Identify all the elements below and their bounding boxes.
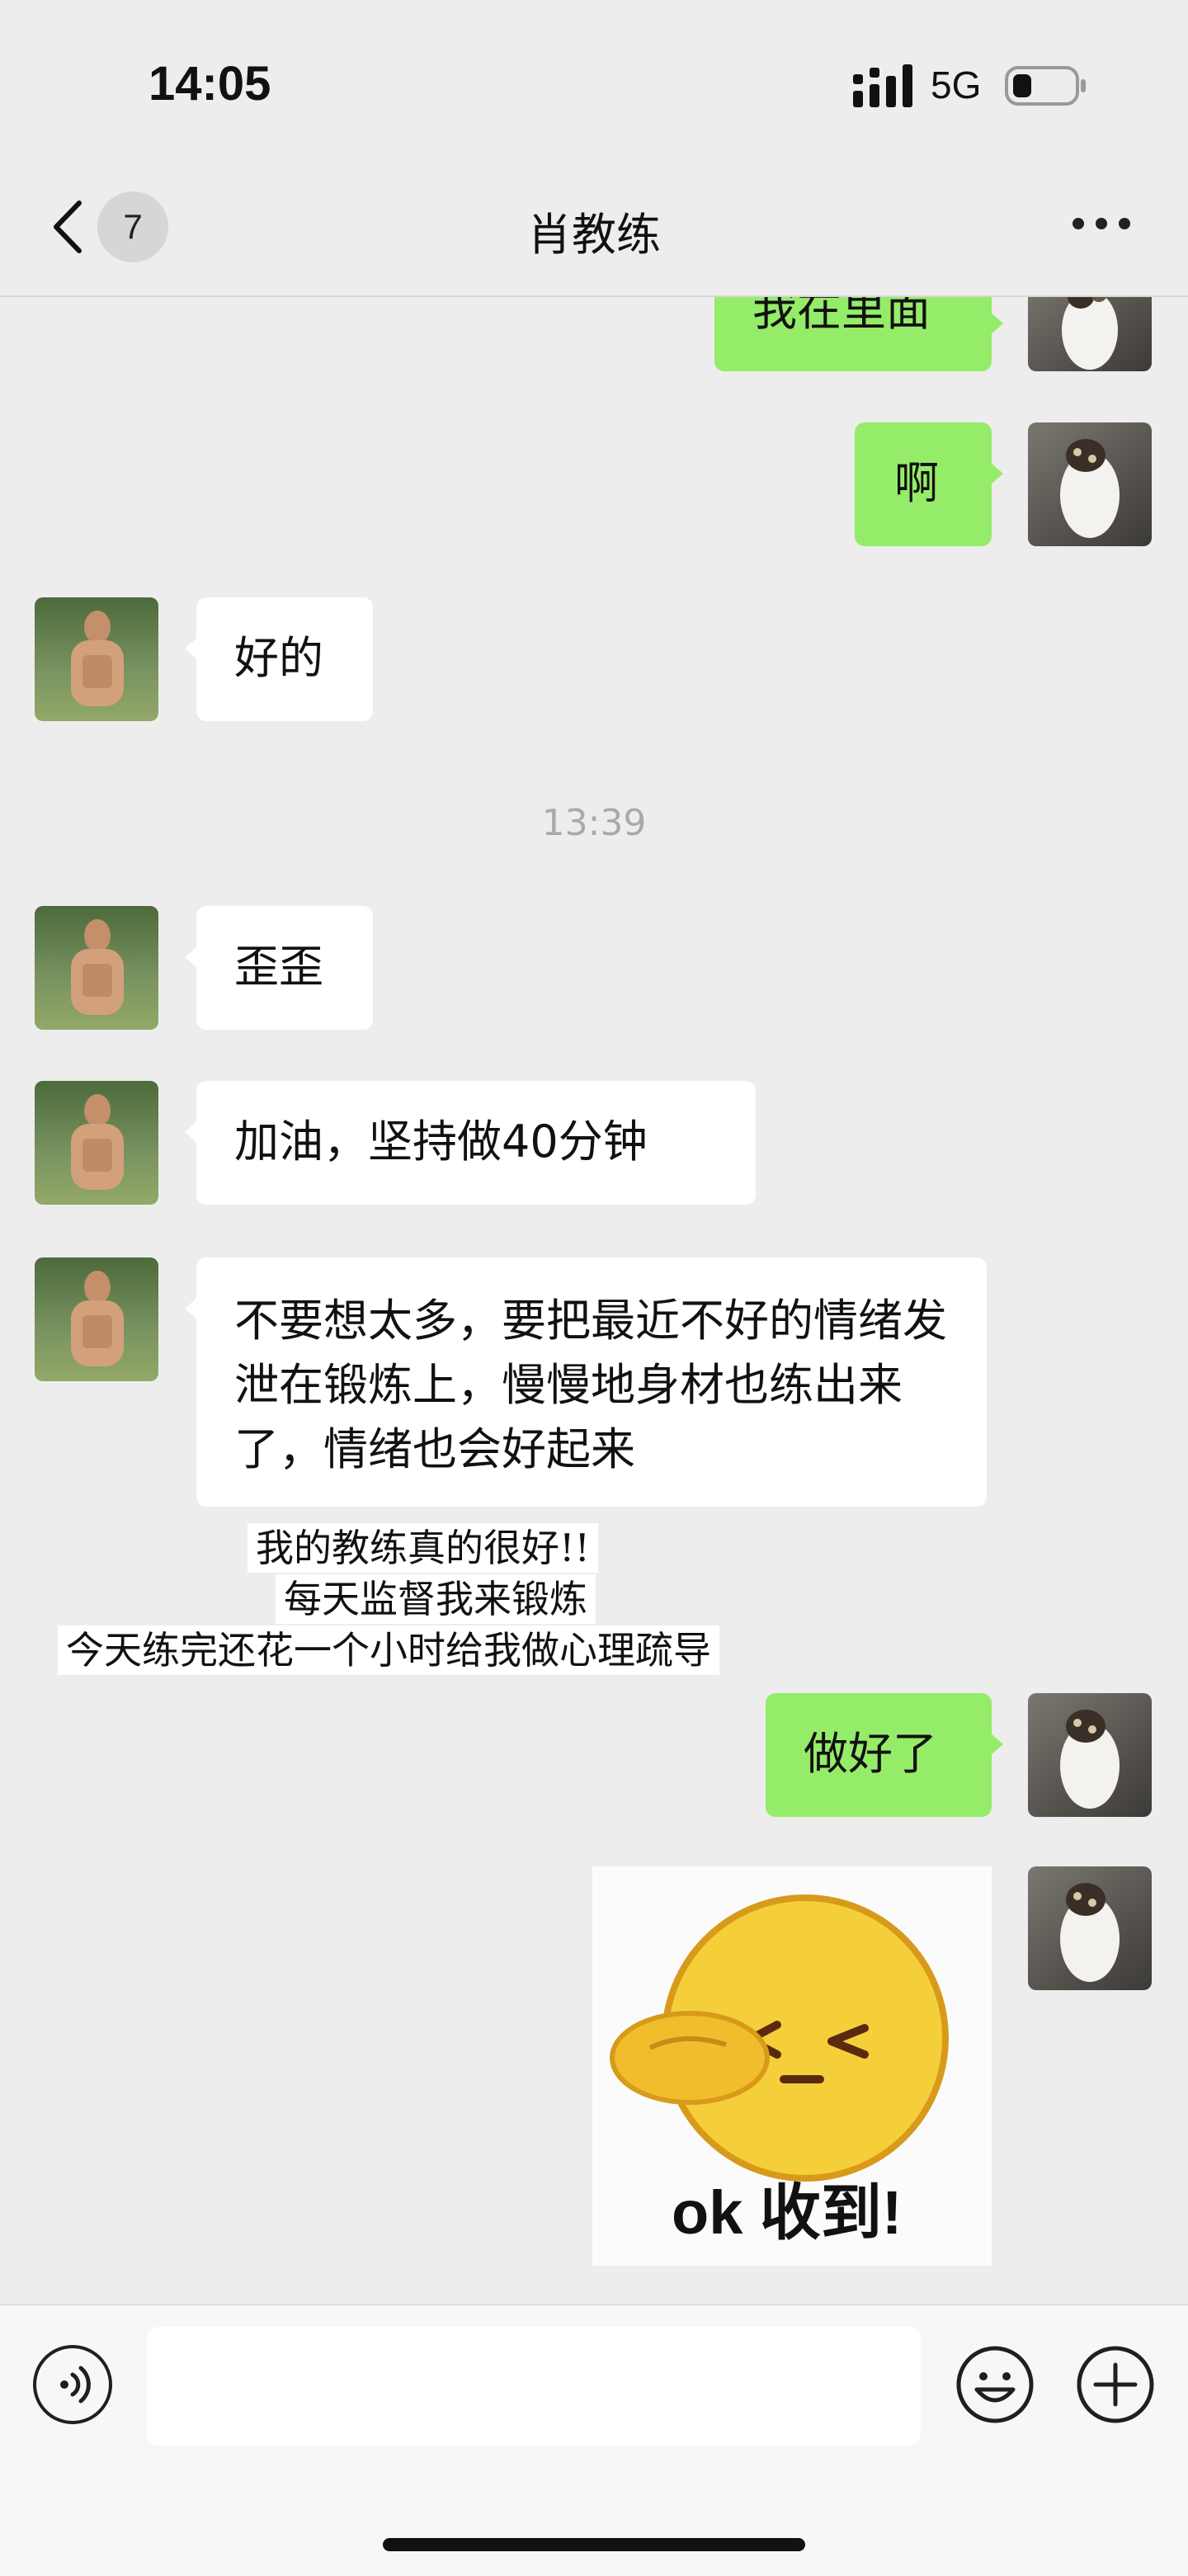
network-type: 5G: [931, 64, 982, 106]
overlay-caption: 今天练完还花一个小时给我做心理疏导: [58, 1625, 719, 1675]
chat-title: 肖教练: [527, 209, 661, 261]
emoji-icon[interactable]: [955, 2345, 1035, 2424]
status-time: 14:05: [148, 57, 271, 111]
avatar-coach[interactable]: [35, 1257, 158, 1381]
home-indicator[interactable]: [383, 2538, 805, 2551]
status-bar: 14:05 5G: [0, 0, 1188, 165]
avatar-self[interactable]: [1028, 1866, 1152, 1990]
overlay-caption: 每天监督我来锻炼: [276, 1574, 596, 1624]
message-text: 做好了: [804, 1728, 937, 1780]
avatar-self[interactable]: [1028, 422, 1152, 546]
voice-icon[interactable]: [33, 2345, 112, 2424]
avatar-coach[interactable]: [35, 1081, 158, 1205]
avatar-coach[interactable]: [35, 906, 158, 1030]
plus-icon[interactable]: [1076, 2345, 1155, 2424]
message-text: 歪歪: [234, 941, 323, 993]
sticker-text: ok 收到!: [672, 2178, 903, 2247]
message-input[interactable]: [147, 2327, 921, 2446]
signal-bars-icon: [853, 64, 912, 107]
message-text: 不要想太多，要把最近不好的情绪发泄在锻炼上，慢慢地身材也练出来了，情绪也会好起来: [234, 1295, 947, 1475]
avatar-coach[interactable]: [35, 597, 158, 721]
battery-icon: [1005, 66, 1086, 106]
message-bubble-received[interactable]: 不要想太多，要把最近不好的情绪发泄在锻炼上，慢慢地身材也练出来了，情绪也会好起来: [185, 1257, 987, 1507]
message-text: 啊: [894, 457, 939, 509]
message-bubble-sent[interactable]: 啊: [855, 422, 1003, 546]
message-bubble-received[interactable]: 好的: [185, 597, 373, 721]
message-bubble-received[interactable]: 歪歪: [185, 906, 373, 1030]
sticker-message[interactable]: ok 收到!: [592, 1866, 992, 2266]
message-bubble-received[interactable]: 加油，坚持做40分钟: [185, 1081, 756, 1205]
message-bubble-sent[interactable]: 做好了: [766, 1693, 1003, 1817]
more-dots-icon[interactable]: [1072, 216, 1132, 236]
message-text: 加油，坚持做40分钟: [234, 1116, 648, 1168]
overlay-caption: 我的教练真的很好!!: [248, 1523, 598, 1573]
avatar-self[interactable]: [1028, 1693, 1152, 1817]
message-text: 好的: [234, 632, 323, 684]
message-timestamp: 13:39: [541, 802, 647, 844]
